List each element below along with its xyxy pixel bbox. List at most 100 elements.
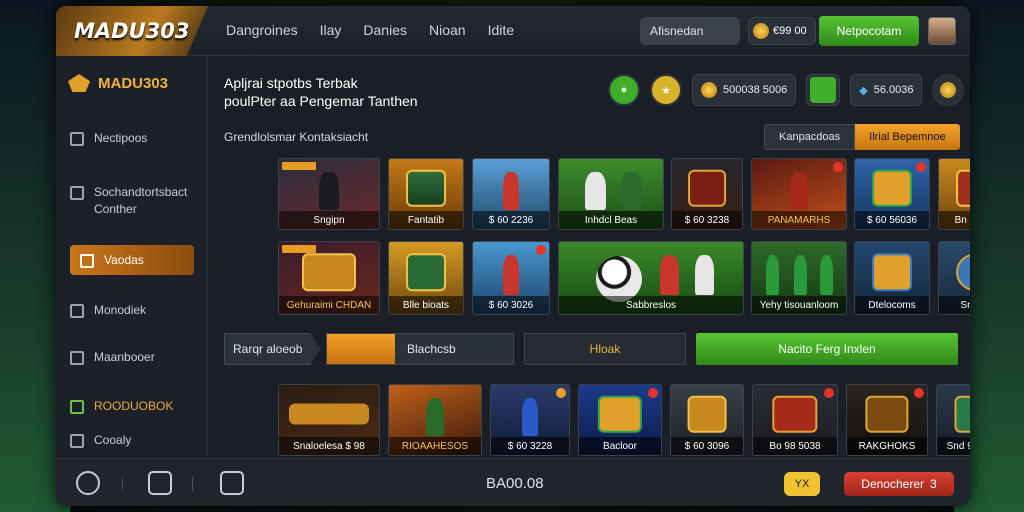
game-tile-caption: PANAMARHS — [752, 211, 846, 229]
search-input[interactable]: Afisnedan — [640, 17, 740, 45]
hot-badge — [648, 388, 658, 398]
book-icon — [80, 254, 94, 268]
hot-badge — [833, 162, 843, 172]
trophy-icon[interactable]: ★ — [650, 74, 682, 106]
game-tile[interactable]: Gehuraimi CHDAN — [278, 241, 380, 315]
filter-button[interactable]: Rarqr aloeob — [224, 333, 320, 365]
coin-icon — [753, 23, 769, 39]
secondary-button[interactable]: Blachcsb — [326, 333, 514, 365]
player-art — [789, 171, 809, 211]
settings-icon[interactable] — [76, 471, 100, 495]
game-tile-featured[interactable]: Sabbreslos — [558, 241, 744, 315]
game-tile[interactable]: Snd 98 3036 — [936, 384, 970, 456]
sidebar-item-5[interactable]: Maanbooer — [70, 349, 155, 366]
game-tile[interactable]: $ 60 56036 — [854, 158, 930, 230]
game-tile-caption: Snaloelesa $ 98 — [279, 437, 379, 455]
divider — [192, 477, 193, 491]
sidebar-item-label: ROODUOBOK — [94, 399, 174, 413]
headline: Apljrai stpotbs Terbak poulPter aa Penge… — [224, 74, 418, 110]
game-tile[interactable]: Snaloelesa $ 98 — [278, 384, 380, 456]
game-tile[interactable]: Bo 98 5038 — [752, 384, 838, 456]
segment-option-1[interactable]: Kanpacdoas — [764, 124, 856, 150]
segment-control: Kanpacdoas Ilrial Bepemnoe — [764, 124, 960, 150]
game-tile-caption: Gehuraimi CHDAN — [279, 296, 379, 314]
brand-logo[interactable]: MADU303 — [56, 6, 208, 56]
primary-green-button[interactable]: Nacito Ferg Inxlen — [696, 333, 958, 365]
app-window: MADU303 Dangroines Ilay Danies Nioan Idi… — [56, 6, 970, 506]
game-tile[interactable]: $ 60 3026 — [472, 241, 550, 315]
sidebar: MADU303 Nectipoos Sochandtortsbact Conth… — [56, 56, 208, 456]
brand-logo-text: MADU303 — [74, 19, 190, 43]
sidebar-item-7[interactable]: Cooaly — [70, 432, 131, 449]
game-tile[interactable]: $ 60 3096 — [670, 384, 744, 456]
game-tile[interactable]: Bn beeoo — [938, 158, 970, 230]
red-action-button[interactable]: Denocherer 3 — [844, 472, 954, 496]
headline-line-1: Apljrai stpotbs Terbak — [224, 75, 358, 91]
game-tile[interactable]: RAKGHOKS — [846, 384, 928, 456]
sidebar-brand[interactable]: MADU303 — [68, 74, 168, 92]
sidebar-item-6[interactable]: ROODUOBOK — [70, 398, 173, 415]
game-tile-caption: $ 60 56036 — [855, 211, 929, 229]
points-value: 56.0036 — [873, 84, 914, 96]
game-tile[interactable]: Inhdcl Beas — [558, 158, 664, 230]
avatar[interactable] — [928, 17, 956, 45]
game-tile[interactable]: Bacloor — [578, 384, 662, 456]
sidebar-item-1[interactable]: Nectipoos — [70, 130, 147, 147]
game-tile[interactable]: Yehy tisouanloom — [751, 241, 847, 315]
controller-icon[interactable] — [148, 471, 172, 495]
game-tile[interactable]: PANAMARHS — [751, 158, 847, 230]
hot-badge — [916, 162, 926, 172]
game-tile-caption: $ 60 3238 — [672, 211, 742, 229]
sidebar-item-3-active[interactable]: Vaodas — [70, 245, 194, 275]
player-art — [660, 254, 679, 295]
game-tile-caption: $ 60 3026 — [473, 296, 549, 314]
balance-box[interactable]: 500038 5006 — [692, 74, 797, 106]
game-tile[interactable]: RIOAAHESOS — [388, 384, 482, 456]
points-box[interactable]: ◆ 56.0036 — [850, 74, 923, 106]
sidebar-item-label: Maanbooer — [94, 350, 155, 364]
segment-option-2[interactable]: Ilrial Bepemnoe — [855, 124, 960, 150]
topnav-item-3[interactable]: Danies — [363, 22, 407, 38]
game-tile[interactable]: Sngipn — [278, 158, 380, 230]
game-tile[interactable]: $ 60 3228 — [490, 384, 570, 456]
hot-badge — [556, 388, 566, 398]
wallet-button[interactable] — [806, 74, 841, 106]
yellow-chip-button[interactable]: YX — [784, 472, 820, 496]
camera-icon — [70, 351, 84, 365]
game-tile[interactable]: Dtelocoms — [854, 241, 930, 315]
badge-icon — [940, 82, 957, 98]
emblem-art — [289, 403, 369, 425]
top-nav: Dangroines Ilay Danies Nioan Idite — [226, 22, 514, 38]
outline-button[interactable]: Hloak — [524, 333, 686, 365]
player-art — [794, 254, 808, 295]
wallet-icon — [810, 77, 837, 103]
game-tile[interactable]: Fantatib — [388, 158, 464, 230]
top-action-button[interactable]: Netpocotam — [819, 16, 919, 46]
chat-icon — [70, 304, 84, 318]
emblem-art — [954, 396, 970, 433]
coin-balance[interactable]: €99 00 — [748, 17, 816, 45]
game-tile-caption: Blle bioats — [389, 296, 463, 314]
emblem-art — [865, 396, 909, 433]
game-tile[interactable]: Blle bioats — [388, 241, 464, 315]
location-icon[interactable]: ● — [608, 74, 640, 106]
hot-badge — [824, 388, 834, 398]
game-tile[interactable]: $ 60 3238 — [671, 158, 743, 230]
emblem-art — [597, 396, 643, 433]
topnav-item-4[interactable]: Nioan — [429, 22, 466, 38]
emblem-art — [688, 170, 726, 207]
topnav-item-2[interactable]: Ilay — [320, 22, 342, 38]
sidebar-item-4[interactable]: Monodiek — [70, 302, 146, 319]
sidebar-item-2[interactable]: Sochandtortsbact Conther — [70, 184, 200, 218]
game-tile-caption: Yehy tisouanloom — [752, 296, 846, 314]
profile-badge-icon[interactable] — [932, 74, 965, 106]
game-tile[interactable]: Sndtos — [938, 241, 970, 315]
topnav-item-5[interactable]: Idite — [488, 22, 514, 38]
game-tile[interactable]: $ 60 2236 — [472, 158, 550, 230]
game-tile-caption: Inhdcl Beas — [559, 211, 663, 229]
emblem-art — [406, 253, 446, 291]
player-art — [522, 397, 538, 437]
topnav-item-1[interactable]: Dangroines — [226, 22, 298, 38]
emblem-art — [872, 170, 912, 207]
shield-icon[interactable] — [220, 471, 244, 495]
